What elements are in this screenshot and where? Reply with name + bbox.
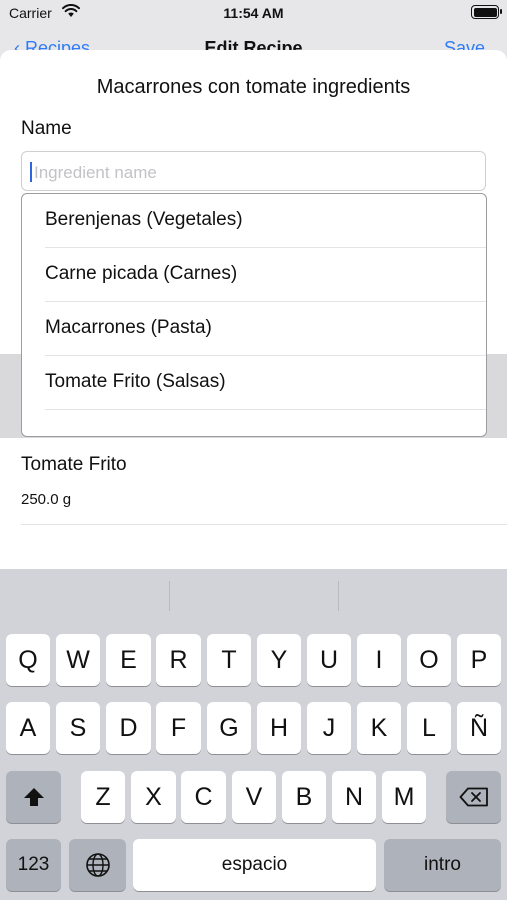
divider [338,581,339,611]
key-d[interactable]: D [106,702,151,754]
numbers-key[interactable]: 123 [6,839,61,891]
suggestion-item[interactable]: Berenjenas (Vegetales) [22,194,486,248]
key-j[interactable]: J [307,702,351,754]
key-m[interactable]: M [382,771,426,823]
key-a[interactable]: A [6,702,50,754]
clock: 11:54 AM [223,5,284,21]
space-key[interactable]: espacio [133,839,376,891]
sheet-title: Macarrones con tomate ingredients [96,76,411,98]
key-b[interactable]: B [282,771,326,823]
suggestion-item[interactable]: Carne picada (Carnes) [22,248,486,302]
key-enye[interactable]: Ñ [457,702,501,754]
key-s[interactable]: S [56,702,100,754]
key-w[interactable]: W [56,634,100,686]
key-y[interactable]: Y [257,634,301,686]
shift-key[interactable] [6,771,61,823]
ingredient-name-placeholder: Ingredient name [34,163,157,182]
status-bar: Carrier 11:54 AM [0,0,507,30]
key-n[interactable]: N [332,771,376,823]
key-g[interactable]: G [207,702,251,754]
keyboard: Q W E R T Y U I O P A S D F G H J K L Ñ … [0,569,507,900]
ingredient-name-input[interactable]: Ingredient name [21,151,486,191]
key-z[interactable]: Z [81,771,125,823]
delete-key[interactable] [446,771,501,823]
text-caret [30,162,32,182]
suggestion-list: Berenjenas (Vegetales) Carne picada (Car… [21,193,487,437]
battery-icon [471,5,502,19]
ingredient-quantity: 250.0 g [21,491,72,508]
globe-icon [85,853,110,877]
key-h[interactable]: H [257,702,301,754]
suggestion-item[interactable]: Tomate Frito (Salsas) [22,356,486,410]
key-x[interactable]: X [131,771,176,823]
return-key[interactable]: intro [384,839,501,891]
key-f[interactable]: F [156,702,201,754]
key-v[interactable]: V [232,771,276,823]
backspace-icon [459,787,488,807]
key-p[interactable]: P [457,634,501,686]
key-c[interactable]: C [181,771,226,823]
key-e[interactable]: E [106,634,151,686]
divider [21,524,507,525]
ingredient-name[interactable]: Tomate Frito [21,454,127,476]
divider [169,581,170,611]
key-r[interactable]: R [156,634,201,686]
key-l[interactable]: L [407,702,451,754]
key-q[interactable]: Q [6,634,50,686]
key-t[interactable]: T [207,634,251,686]
globe-key[interactable] [69,839,126,891]
name-label: Name [21,118,72,139]
key-o[interactable]: O [407,634,451,686]
shift-icon [23,788,44,806]
key-i[interactable]: I [357,634,401,686]
key-k[interactable]: K [357,702,401,754]
suggestion-item[interactable]: Macarrones (Pasta) [22,302,486,356]
key-u[interactable]: U [307,634,351,686]
